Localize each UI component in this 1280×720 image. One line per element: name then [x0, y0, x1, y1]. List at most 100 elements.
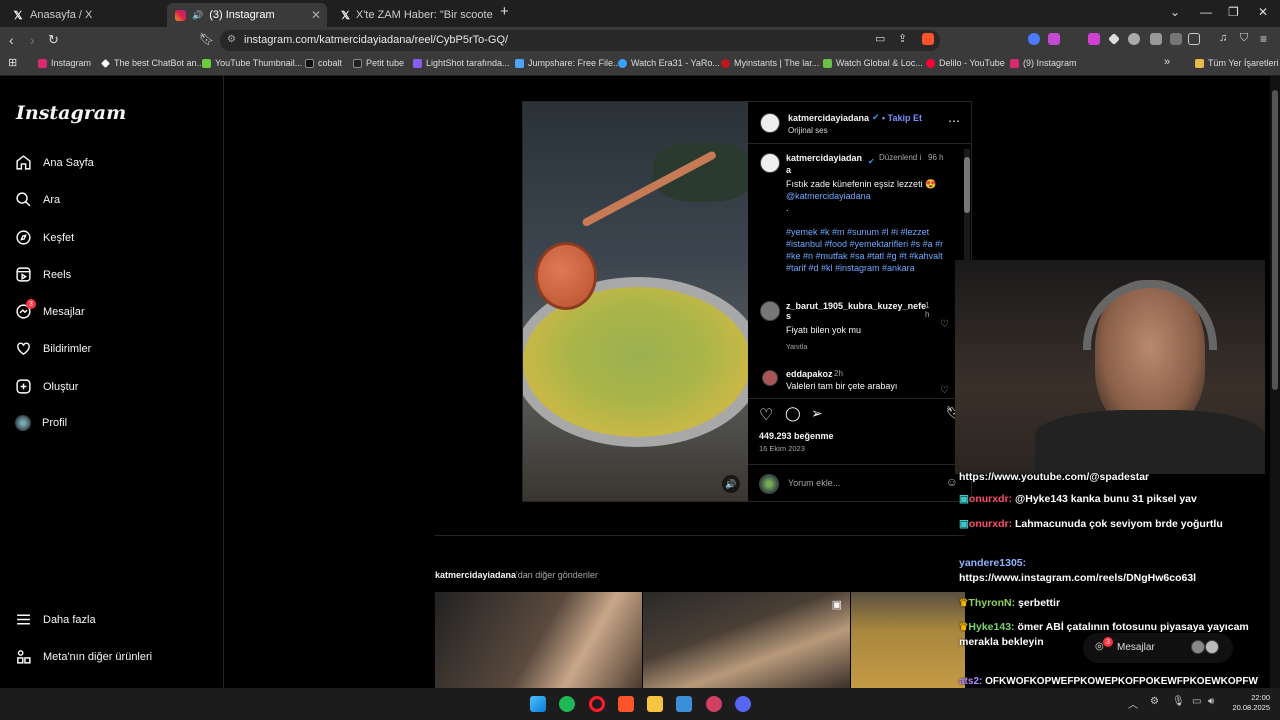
- sidebar-item-profile[interactable]: Profil: [15, 415, 67, 431]
- bookmark-item[interactable]: (9) Instagram: [1010, 58, 1077, 68]
- sidebar-panel-icon[interactable]: [1188, 33, 1200, 45]
- caption-username[interactable]: katmercidayiadan: [786, 153, 862, 163]
- audio-label[interactable]: Orijinal ses: [788, 126, 828, 135]
- close-window-icon[interactable]: ✕: [1258, 5, 1268, 19]
- reply-button[interactable]: Yanıtla: [786, 344, 807, 351]
- discord-icon[interactable]: [735, 696, 751, 712]
- extension-icon[interactable]: [1128, 33, 1140, 45]
- bookmarks-folder[interactable]: Tüm Yer İşaretleri: [1195, 58, 1279, 68]
- notification-badge: 3: [26, 299, 36, 309]
- windows-taskbar: ︿ ⚙ 🎙︎ ▭ 🔊︎ 22:00 20.08.2025: [0, 688, 1280, 720]
- comment-username[interactable]: z_barut_1905_kubra_kuzey_nefe s: [786, 301, 926, 321]
- comment-icon[interactable]: ◯: [785, 405, 801, 422]
- brave-icon[interactable]: [618, 696, 634, 712]
- instagram-logo[interactable]: Instagram: [16, 102, 126, 124]
- more-bookmarks-icon[interactable]: »: [1164, 56, 1170, 68]
- photos-icon[interactable]: [676, 696, 692, 712]
- bookmark-item[interactable]: Watch Global & Loc...: [823, 58, 923, 68]
- extension-icon[interactable]: [1028, 33, 1040, 45]
- tab-x-home[interactable]: 𝕏 Anasayfa / X: [4, 3, 169, 27]
- page-scrollbar[interactable]: [1270, 76, 1280, 688]
- bookmark-icon[interactable]: 🔖︎: [199, 32, 214, 46]
- sidebar-item-notifications[interactable]: Bildirimler: [15, 340, 91, 357]
- avatar[interactable]: [760, 301, 780, 321]
- cast-icon[interactable]: ▭: [875, 32, 885, 45]
- heart-icon[interactable]: ♡: [940, 385, 949, 396]
- opera-icon[interactable]: [589, 696, 605, 712]
- reel-video[interactable]: 🔊: [523, 102, 748, 501]
- windows-start-icon[interactable]: [530, 696, 546, 712]
- spotify-icon[interactable]: [559, 696, 575, 712]
- bookmark-item[interactable]: The best ChatBot an...: [101, 58, 204, 68]
- bookmark-item[interactable]: Watch Era31 - YaRo...: [618, 58, 720, 68]
- tray-chevron-icon[interactable]: ︿: [1128, 696, 1138, 711]
- sidebar-item-meta[interactable]: Meta'nın diğer ürünleri: [15, 648, 152, 665]
- vpn-icon[interactable]: ⛉: [1240, 32, 1248, 45]
- volume-icon[interactable]: 🔊︎: [1208, 696, 1214, 707]
- app-icon[interactable]: [706, 696, 722, 712]
- tray-icon[interactable]: ⚙: [1150, 696, 1159, 707]
- comment-input[interactable]: Yorum ekle...: [788, 478, 840, 488]
- extension-icon[interactable]: [1048, 33, 1060, 45]
- sidebar-item-reels[interactable]: Reels: [15, 266, 71, 283]
- plus-square-icon: [15, 378, 32, 395]
- bookmark-item[interactable]: YouTube Thumbnail...: [202, 58, 302, 68]
- avatar[interactable]: [760, 153, 780, 173]
- follow-button[interactable]: • Takip Et: [882, 113, 922, 123]
- file-explorer-icon[interactable]: [647, 696, 663, 712]
- sidebar-item-more[interactable]: Daha fazla: [15, 611, 96, 628]
- post-thumbnail[interactable]: ▣: [643, 592, 850, 688]
- tab-instagram[interactable]: 🔊 (3) Instagram ✕: [167, 3, 327, 27]
- bookmark-item[interactable]: Jumpshare: Free File...: [515, 58, 621, 68]
- sidebar-item-create[interactable]: Oluştur: [15, 378, 78, 395]
- share-icon[interactable]: ⇪: [898, 32, 907, 45]
- sidebar-item-messages[interactable]: 3 Mesajlar: [15, 299, 85, 320]
- media-icon[interactable]: ♫: [1219, 32, 1227, 44]
- caption-mention[interactable]: @katmercidayiadana: [786, 190, 946, 202]
- bookmark-item[interactable]: cobalt: [305, 58, 342, 68]
- extension-icon[interactable]: [1108, 33, 1120, 45]
- sidebar-item-search[interactable]: Ara: [15, 191, 60, 208]
- post-username[interactable]: katmercidayiadana: [788, 113, 869, 123]
- messages-widget[interactable]: ◎ 3 Mesajlar: [1083, 633, 1233, 663]
- bookmark-item[interactable]: Delilo - YouTube: [926, 58, 1005, 68]
- apps-grid-icon[interactable]: ⊞: [8, 56, 17, 69]
- forward-icon[interactable]: ›: [30, 32, 35, 48]
- avatar[interactable]: [760, 113, 780, 133]
- maximize-icon[interactable]: ❐: [1228, 5, 1239, 19]
- clock[interactable]: 22:00 20.08.2025: [1226, 693, 1270, 713]
- more-options-icon[interactable]: ⋯: [948, 114, 960, 128]
- bookmark-item[interactable]: LightShot tarafında...: [413, 58, 510, 68]
- extension-icon[interactable]: [1088, 33, 1100, 45]
- brave-shield-icon[interactable]: [922, 33, 934, 45]
- bookmark-item[interactable]: Myinstants | The lar...: [721, 58, 819, 68]
- heart-icon[interactable]: ♡: [940, 319, 949, 330]
- comment-username[interactable]: eddapakoz: [786, 369, 833, 379]
- back-icon[interactable]: ‹: [9, 32, 14, 48]
- site-info-icon[interactable]: ⚙: [227, 34, 236, 45]
- close-tab-icon[interactable]: ✕: [311, 8, 321, 22]
- post-thumbnail[interactable]: [435, 592, 642, 688]
- share-icon[interactable]: ➢: [811, 405, 823, 422]
- reload-icon[interactable]: ↻: [48, 32, 59, 48]
- microphone-icon[interactable]: 🎙︎: [1172, 696, 1185, 707]
- sidebar-item-explore[interactable]: Keşfet: [15, 229, 74, 246]
- avatar[interactable]: [762, 370, 778, 386]
- minimize-icon[interactable]: —: [1200, 5, 1212, 19]
- sidebar-item-home[interactable]: Ana Sayfa: [15, 154, 94, 171]
- new-tab-icon[interactable]: +: [500, 3, 509, 20]
- hashtags[interactable]: #yemek #k #m #sunum #l #i #lezzet #istan…: [786, 226, 946, 274]
- like-count[interactable]: 449.293 beğenme: [759, 431, 834, 441]
- volume-icon[interactable]: 🔊: [722, 475, 740, 493]
- extension-icon[interactable]: [1170, 33, 1182, 45]
- extensions-puzzle-icon[interactable]: [1150, 33, 1162, 45]
- like-icon[interactable]: ♡: [759, 405, 773, 425]
- url-field[interactable]: ⚙ instagram.com/katmercidayiadana/reel/C…: [220, 30, 940, 51]
- tab-search-icon[interactable]: ⌄: [1170, 5, 1180, 19]
- post-thumbnail[interactable]: [851, 592, 965, 688]
- menu-icon[interactable]: ≡: [1260, 32, 1267, 46]
- bookmark-item[interactable]: Instagram: [38, 58, 91, 68]
- tab-zam-haber[interactable]: 𝕏 X'te ZAM Haber: "Bir scooter sürücü: [333, 3, 493, 27]
- network-icon[interactable]: ▭: [1192, 696, 1201, 707]
- bookmark-item[interactable]: Petit tube: [353, 58, 404, 68]
